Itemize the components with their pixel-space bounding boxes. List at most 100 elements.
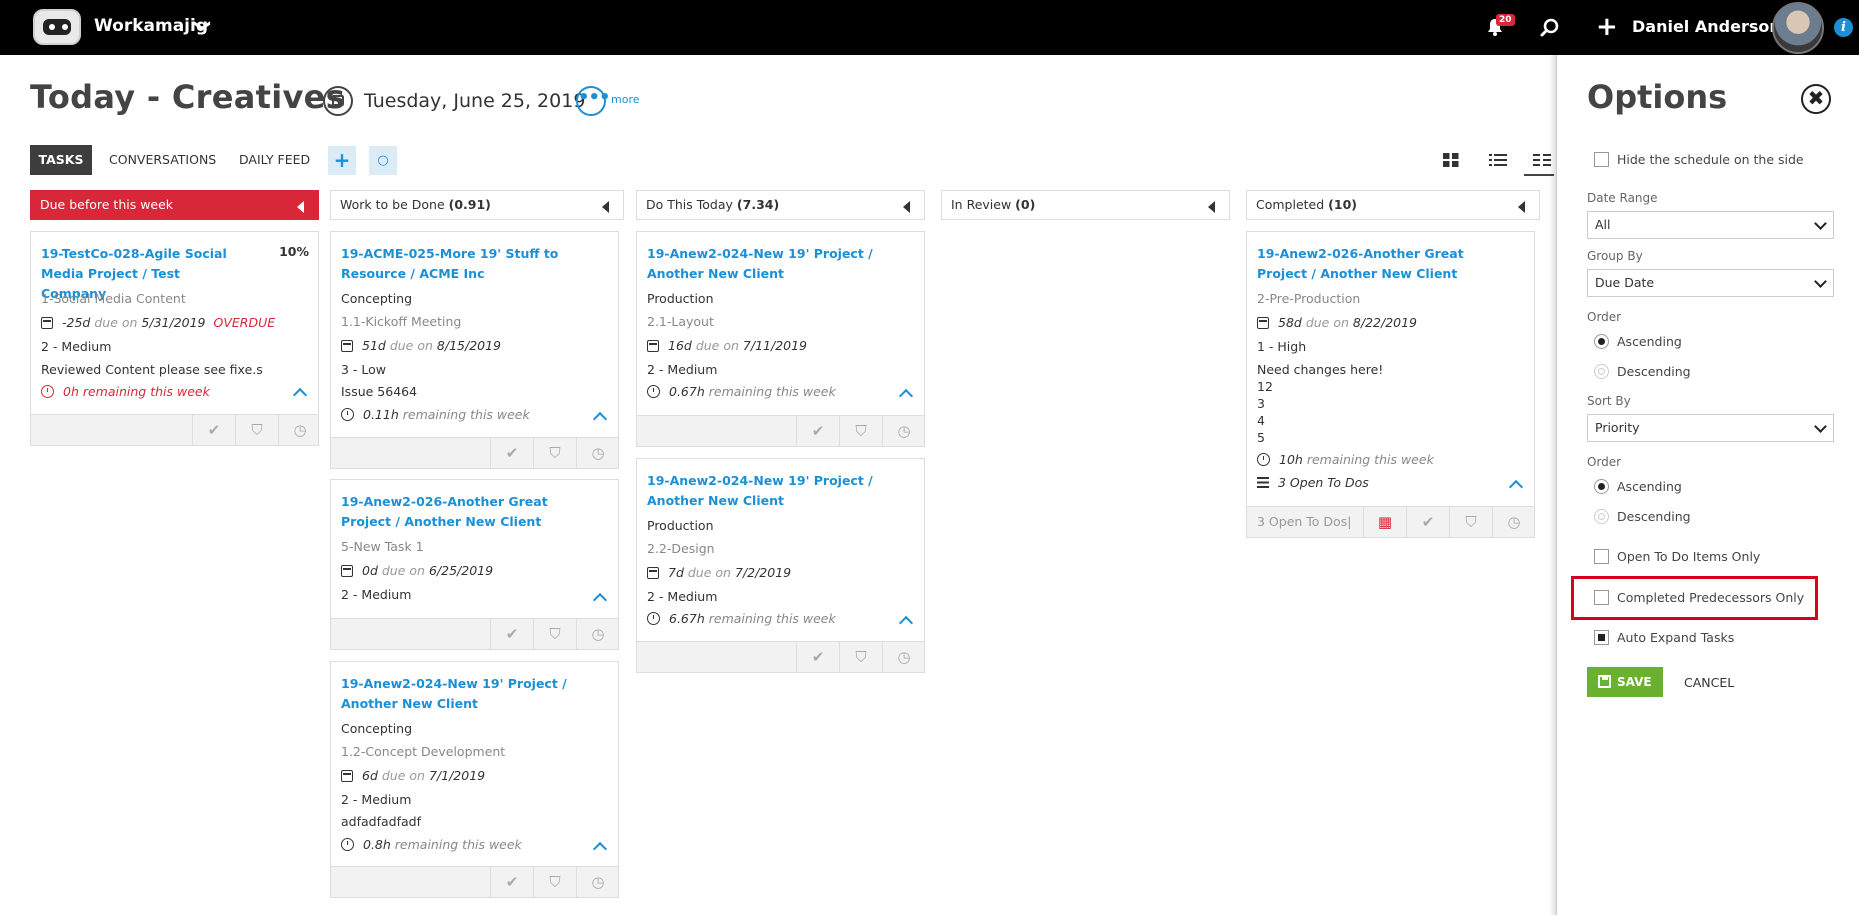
collapse-card-chevron-up-icon[interactable] [292, 387, 308, 403]
search-icon[interactable] [1539, 17, 1561, 39]
completed-predecessors-checkbox[interactable] [1594, 590, 1609, 605]
info-icon[interactable]: i [1834, 18, 1853, 37]
mark-complete-check-icon[interactable]: ✔ [490, 438, 533, 468]
task-project-title[interactable]: 19-Anew2-026-Another Great Project / Ano… [341, 492, 571, 532]
mark-complete-check-icon[interactable]: ✔ [192, 415, 235, 445]
mark-complete-check-icon[interactable]: ✔ [1406, 507, 1449, 537]
collapse-card-chevron-up-icon[interactable] [592, 592, 608, 608]
calendar-icon[interactable]: ▦ [1363, 507, 1406, 537]
task-priority: 3 - Low [341, 362, 387, 377]
tab-conversations[interactable]: CONVERSATIONS [109, 145, 216, 175]
task-card[interactable]: 19-TestCo-028-Agile Social Media Project… [30, 231, 319, 446]
grid-view-icon[interactable] [1442, 152, 1460, 168]
column-header-completed[interactable]: Completed (10) [1246, 190, 1540, 220]
task-project-title[interactable]: 19-Anew2-024-New 19' Project / Another N… [647, 471, 877, 511]
tag-icon[interactable]: ⛉ [235, 415, 278, 445]
time-entry-clock-icon[interactable]: ◷ [882, 416, 925, 446]
tag-icon[interactable]: ⛉ [1449, 507, 1492, 537]
user-name[interactable]: Daniel Anderson [1632, 17, 1781, 36]
time-entry-clock-icon[interactable]: ◷ [278, 415, 321, 445]
mark-complete-check-icon[interactable]: ✔ [796, 642, 839, 672]
collapse-card-chevron-up-icon[interactable] [898, 615, 914, 631]
tag-icon[interactable]: ⛉ [533, 867, 576, 897]
task-project-title[interactable]: 19-ACME-025-More 19' Stuff to Resource /… [341, 244, 571, 284]
app-menu-chevron-down-icon[interactable]: ❯ [194, 19, 213, 32]
auto-expand-checkbox[interactable] [1594, 630, 1609, 645]
options-panel: Options ✖ Hide the schedule on the side … [1556, 55, 1859, 915]
hide-schedule-checkbox[interactable] [1594, 152, 1609, 167]
collapse-column-icon[interactable] [1208, 201, 1215, 213]
mark-complete-check-icon[interactable]: ✔ [490, 619, 533, 649]
mark-complete-check-icon[interactable]: ✔ [490, 867, 533, 897]
app-name[interactable]: Workamajig [94, 16, 208, 36]
collapse-column-icon[interactable] [602, 201, 609, 213]
task-card[interactable]: 19-ACME-025-More 19' Stuff to Resource /… [330, 231, 619, 469]
task-project-title[interactable]: 19-Anew2-024-New 19' Project / Another N… [341, 674, 571, 714]
calendar-icon [647, 340, 659, 352]
date-picker-calendar-icon[interactable] [323, 86, 353, 116]
order-label-2: Order [1587, 455, 1622, 469]
save-button[interactable]: SAVE [1587, 667, 1663, 697]
more-link[interactable]: more [611, 93, 640, 106]
column-header-in-review[interactable]: In Review (0) [941, 190, 1230, 220]
sort-ascending-label: Ascending [1617, 479, 1682, 494]
task-card[interactable]: 19-Anew2-024-New 19' Project / Another N… [636, 231, 925, 447]
column-header-due-before-this-week[interactable]: Due before this week [30, 190, 319, 220]
add-plus-icon[interactable]: + [1596, 12, 1618, 42]
task-card[interactable]: 19-Anew2-026-Another Great Project / Ano… [1246, 231, 1535, 538]
task-open-todos[interactable]: 3 Open To Dos [1257, 475, 1369, 490]
footer-open-todos[interactable]: 3 Open To Dos| [1257, 507, 1351, 537]
task-project-title[interactable]: 19-Anew2-026-Another Great Project / Ano… [1257, 244, 1487, 284]
collapse-column-icon[interactable] [1518, 201, 1525, 213]
time-entry-clock-icon[interactable]: ◷ [576, 867, 619, 897]
sort-by-select[interactable]: Priority [1587, 414, 1834, 442]
tag-icon[interactable]: ⛉ [839, 416, 882, 446]
column-count: (0) [1015, 197, 1036, 212]
order-descending-radio[interactable] [1594, 364, 1609, 379]
sort-descending-radio[interactable] [1594, 509, 1609, 524]
task-card[interactable]: 19-Anew2-024-New 19' Project / Another N… [636, 458, 925, 673]
tab-daily-feed[interactable]: DAILY FEED [239, 145, 310, 175]
time-entry-clock-icon[interactable]: ◷ [882, 642, 925, 672]
task-phase: Production [647, 518, 714, 533]
column-count: (0.91) [448, 197, 491, 212]
collapse-card-chevron-up-icon[interactable] [1508, 479, 1524, 495]
task-phase: Concepting [341, 291, 413, 306]
date-range-select[interactable]: All [1587, 211, 1834, 239]
task-project-title[interactable]: 19-Anew2-024-New 19' Project / Another N… [647, 244, 877, 284]
tab-tasks[interactable]: TASKS [30, 145, 92, 175]
tag-icon[interactable]: ⛉ [839, 642, 882, 672]
tag-icon[interactable]: ⛉ [533, 438, 576, 468]
time-entry-clock-icon[interactable]: ◷ [576, 438, 619, 468]
column-header-do-this-today[interactable]: Do This Today (7.34) [636, 190, 925, 220]
close-icon[interactable]: ✖ [1801, 84, 1831, 114]
collapse-card-chevron-up-icon[interactable] [592, 411, 608, 427]
refresh-button[interactable]: ○ [369, 146, 397, 175]
more-options-icon[interactable]: ••• [576, 86, 611, 116]
workamajig-logo-icon[interactable] [33, 9, 81, 45]
clock-icon [41, 385, 54, 398]
sort-ascending-radio[interactable] [1594, 479, 1609, 494]
collapse-card-chevron-up-icon[interactable] [898, 388, 914, 404]
task-card[interactable]: 19-Anew2-026-Another Great Project / Ano… [330, 479, 619, 650]
order-ascending-radio[interactable] [1594, 334, 1609, 349]
user-avatar[interactable] [1772, 2, 1824, 54]
mark-complete-check-icon[interactable]: ✔ [796, 416, 839, 446]
task-card[interactable]: 19-Anew2-024-New 19' Project / Another N… [330, 661, 619, 898]
group-by-select[interactable]: Due Date [1587, 269, 1834, 297]
current-date[interactable]: Tuesday, June 25, 2019 [364, 90, 585, 112]
column-header-work-to-be-done[interactable]: Work to be Done (0.91) [330, 190, 624, 220]
task-name: 2-Pre-Production [1257, 291, 1361, 306]
time-entry-clock-icon[interactable]: ◷ [1492, 507, 1535, 537]
cancel-button[interactable]: CANCEL [1684, 675, 1734, 690]
task-note: Need changes here! [1257, 362, 1384, 377]
tag-icon[interactable]: ⛉ [533, 619, 576, 649]
collapse-card-chevron-up-icon[interactable] [592, 841, 608, 857]
card-footer: ✔ ⛉ ◷ [331, 866, 618, 897]
collapse-column-icon[interactable] [903, 201, 910, 213]
list-view-icon[interactable] [1489, 152, 1507, 168]
time-entry-clock-icon[interactable]: ◷ [576, 619, 619, 649]
collapse-column-icon[interactable] [297, 201, 304, 213]
open-todo-only-checkbox[interactable] [1594, 549, 1609, 564]
add-task-button[interactable]: + [328, 146, 356, 175]
